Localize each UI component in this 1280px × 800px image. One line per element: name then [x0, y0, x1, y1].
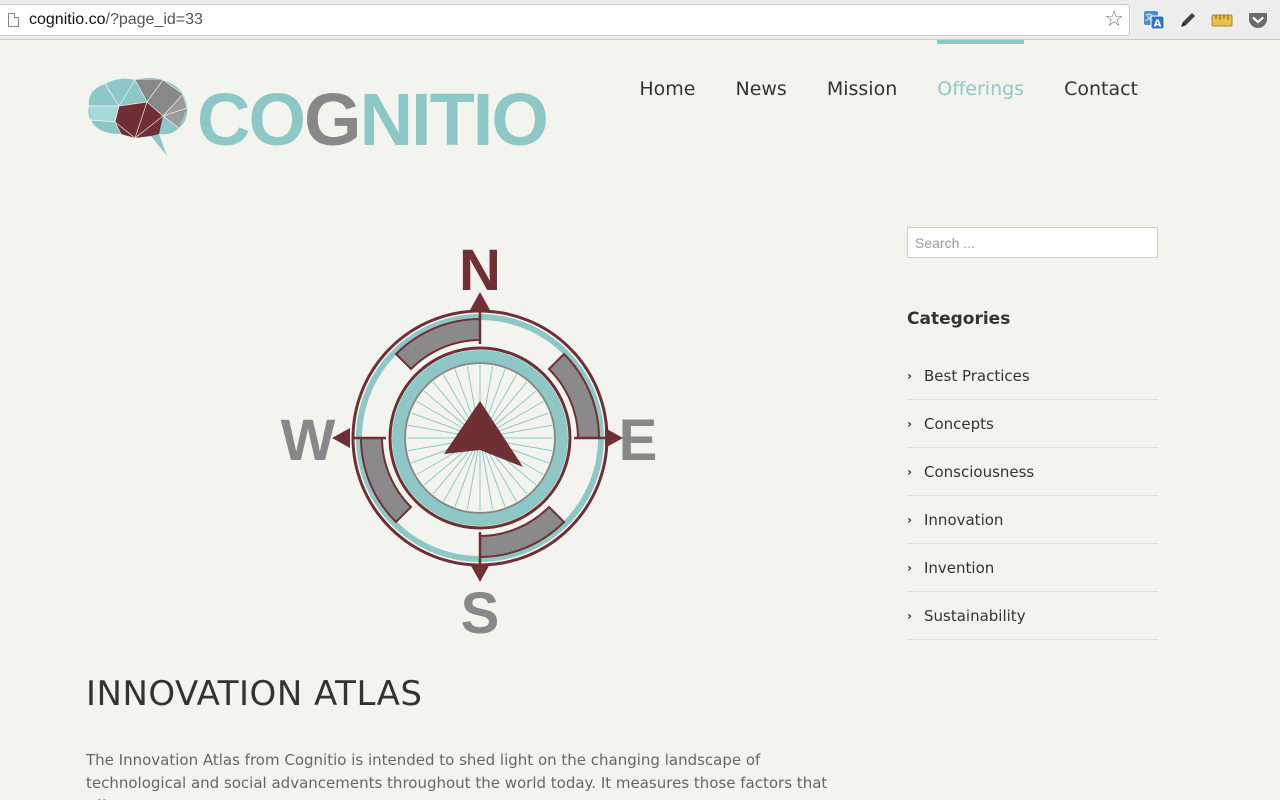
nav-offerings[interactable]: Offerings — [917, 40, 1044, 120]
logo-text-before: CO — [197, 78, 306, 161]
category-label: Innovation — [924, 510, 1004, 529]
pencil-icon[interactable] — [1177, 9, 1199, 31]
url-text[interactable]: cognitio.co/?page_id=33 — [29, 11, 203, 29]
category-label: Sustainability — [924, 606, 1026, 625]
compass-west-label: W — [281, 408, 336, 473]
category-invention[interactable]: › Invention — [907, 544, 1158, 592]
chevron-right-icon: › — [907, 368, 912, 383]
main-nav: Home News Mission Offerings Contact — [619, 40, 1158, 120]
intro-paragraph: The Innovation Atlas from Cognitio is in… — [86, 751, 828, 800]
nav-mission[interactable]: Mission — [807, 40, 917, 120]
pocket-icon[interactable] — [1247, 9, 1269, 31]
url-domain: cognitio.co — [29, 11, 106, 28]
page-icon — [8, 13, 19, 27]
browser-toolbar: cognitio.co/?page_id=33 ☆ A 文 — [0, 0, 1280, 40]
site-logo[interactable]: COGNITIO — [85, 76, 555, 166]
logo-wordmark: COGNITIO — [197, 78, 549, 161]
svg-text:文: 文 — [1145, 12, 1153, 22]
bookmark-star-icon[interactable]: ☆ — [1104, 9, 1124, 31]
chevron-right-icon: › — [907, 560, 912, 575]
category-label: Consciousness — [924, 462, 1035, 481]
logo-text-g: G — [304, 78, 362, 161]
nav-contact[interactable]: Contact — [1044, 40, 1158, 120]
chevron-right-icon: › — [907, 608, 912, 623]
category-label: Concepts — [924, 414, 994, 433]
category-best-practices[interactable]: › Best Practices — [907, 352, 1158, 400]
compass-north-label: N — [459, 238, 501, 303]
category-consciousness[interactable]: › Consciousness — [907, 448, 1158, 496]
chevron-right-icon: › — [907, 464, 912, 479]
address-bar[interactable]: cognitio.co/?page_id=33 ☆ — [0, 4, 1130, 36]
chevron-right-icon: › — [907, 416, 912, 431]
category-concepts[interactable]: › Concepts — [907, 400, 1158, 448]
category-sustainability[interactable]: › Sustainability — [907, 592, 1158, 640]
search-input[interactable] — [907, 227, 1158, 258]
svg-text:A: A — [1154, 19, 1162, 30]
chevron-right-icon: › — [907, 512, 912, 527]
logo-text-after: NITIO — [359, 78, 549, 161]
brain-icon — [88, 78, 188, 156]
category-innovation[interactable]: › Innovation — [907, 496, 1158, 544]
translate-icon[interactable]: A 文 — [1143, 9, 1165, 31]
category-list: › Best Practices › Concepts › Consciousness… — [907, 352, 1158, 640]
categories-heading: Categories — [907, 309, 1011, 329]
url-path: /?page_id=33 — [105, 11, 203, 28]
ruler-icon[interactable] — [1211, 9, 1233, 31]
nav-news[interactable]: News — [715, 40, 806, 120]
compass-south-label: S — [461, 581, 500, 646]
compass-east-label: E — [619, 408, 658, 473]
nav-home[interactable]: Home — [619, 40, 715, 120]
category-label: Best Practices — [924, 366, 1030, 385]
compass-illustration: N S W E — [281, 238, 658, 646]
page-title: INNOVATION ATLAS — [86, 674, 423, 714]
category-label: Invention — [924, 558, 995, 577]
